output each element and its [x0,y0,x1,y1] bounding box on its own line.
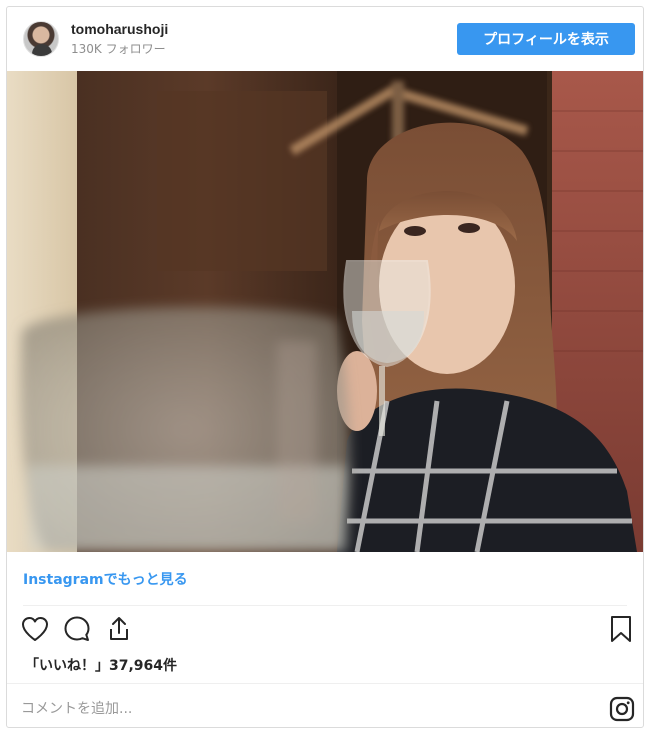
post-photo[interactable] [7,71,643,552]
bookmark-icon[interactable] [605,613,637,645]
divider [7,683,643,684]
divider [23,605,627,606]
post-header: tomoharushoji 130K フォロワー プロフィールを表示 [7,7,643,71]
avatar[interactable] [23,21,59,57]
view-more-on-instagram-link[interactable]: Instagramでもっと見る [23,569,188,589]
follower-count: 130K フォロワー [71,42,166,56]
view-profile-button[interactable]: プロフィールを表示 [457,23,635,55]
instagram-embed-card: tomoharushoji 130K フォロワー プロフィールを表示 Insta… [6,6,644,728]
instagram-icon[interactable] [609,696,635,722]
share-icon[interactable] [103,613,135,645]
heart-icon[interactable] [19,613,51,645]
action-bar [7,613,643,649]
like-count[interactable]: 「いいね！」37,964件 [25,655,177,675]
username[interactable]: tomoharushoji [71,21,168,37]
add-comment-input[interactable] [21,695,581,723]
comment-icon[interactable] [61,613,93,645]
